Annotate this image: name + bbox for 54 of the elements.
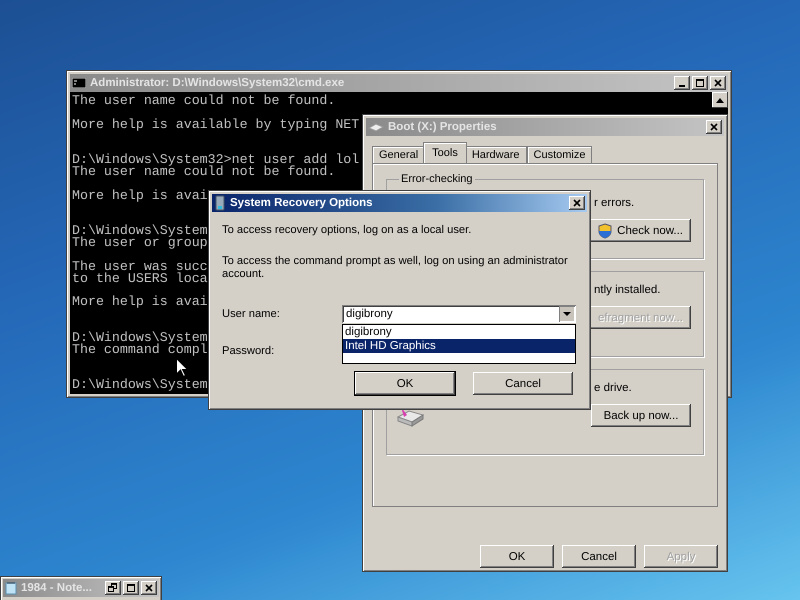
tab[interactable]: Customize: [526, 146, 592, 163]
scroll-up-button[interactable]: [712, 92, 728, 108]
console-line: D:\Windows\System: [72, 332, 208, 344]
close-icon: [713, 78, 723, 88]
dialog-button[interactable]: Cancel: [562, 545, 636, 568]
group-description: ntly installed.: [594, 284, 660, 296]
tab[interactable]: Hardware: [464, 146, 527, 163]
minimize-icon: [679, 85, 685, 87]
close-icon: [572, 198, 582, 208]
maximize-icon: [695, 78, 705, 88]
dropdown-option[interactable]: digibrony: [343, 325, 575, 339]
console-line: More help is avai: [72, 296, 208, 308]
dropdown-option[interactable]: Intel HD Graphics: [343, 339, 575, 353]
console-line: The user was succ: [72, 260, 208, 273]
close-icon: [144, 583, 154, 593]
up-arrow-icon: [716, 98, 724, 102]
dialog-button[interactable]: OK: [480, 545, 554, 568]
group-title: Error-checking: [400, 173, 474, 185]
shield-icon: [598, 222, 612, 238]
mouse-pointer-icon: [176, 358, 188, 377]
window-title: Boot (X:) Properties: [388, 121, 498, 133]
tab[interactable]: General: [372, 146, 426, 163]
console-icon: [72, 78, 86, 88]
field-label: Password:: [222, 345, 276, 357]
notepad-icon: [5, 581, 17, 595]
restore-icon: [108, 583, 118, 593]
console-line: More help is available by typing NET: [72, 118, 360, 131]
close-button[interactable]: [569, 196, 585, 210]
group-description: e drive.: [594, 382, 632, 394]
drive-icon: [368, 122, 384, 132]
group-description: r errors.: [594, 197, 634, 209]
console-line: D:\Windows\System: [72, 379, 208, 392]
console-line: The user name could not be found.: [72, 166, 336, 178]
tab[interactable]: Tools: [423, 142, 467, 163]
window-title: 1984 - Note...: [21, 582, 93, 594]
maximize-icon: [126, 583, 136, 593]
console-line: The command compl: [72, 344, 208, 356]
console-line: D:\Windows\System: [72, 225, 208, 238]
console-line: to the USERS loca: [72, 272, 208, 285]
instruction-text: To access the command prompt as well, log on using an administrator account.: [222, 255, 569, 281]
window-title: Administrator: D:\Windows\System32\cmd.exe: [90, 77, 346, 89]
console-line: More help is avai: [72, 190, 208, 202]
action-button[interactable]: Check now...: [590, 219, 691, 242]
console-line: D:\Windows\System32>net user add lol: [72, 154, 360, 166]
console-line: The user or group: [72, 237, 208, 250]
window-title: System Recovery Options: [230, 197, 374, 209]
console-line: The user name could not be found.: [72, 95, 336, 107]
close-icon: [709, 122, 719, 132]
dialog-button[interactable]: Cancel: [473, 372, 573, 395]
dialog-button[interactable]: OK: [355, 372, 455, 395]
instruction-text: To access recovery options, log on as a local user.: [222, 224, 472, 237]
computer-icon: [214, 195, 226, 211]
field-label: User name:: [222, 308, 281, 320]
action-button[interactable]: Back up now...: [591, 404, 691, 427]
